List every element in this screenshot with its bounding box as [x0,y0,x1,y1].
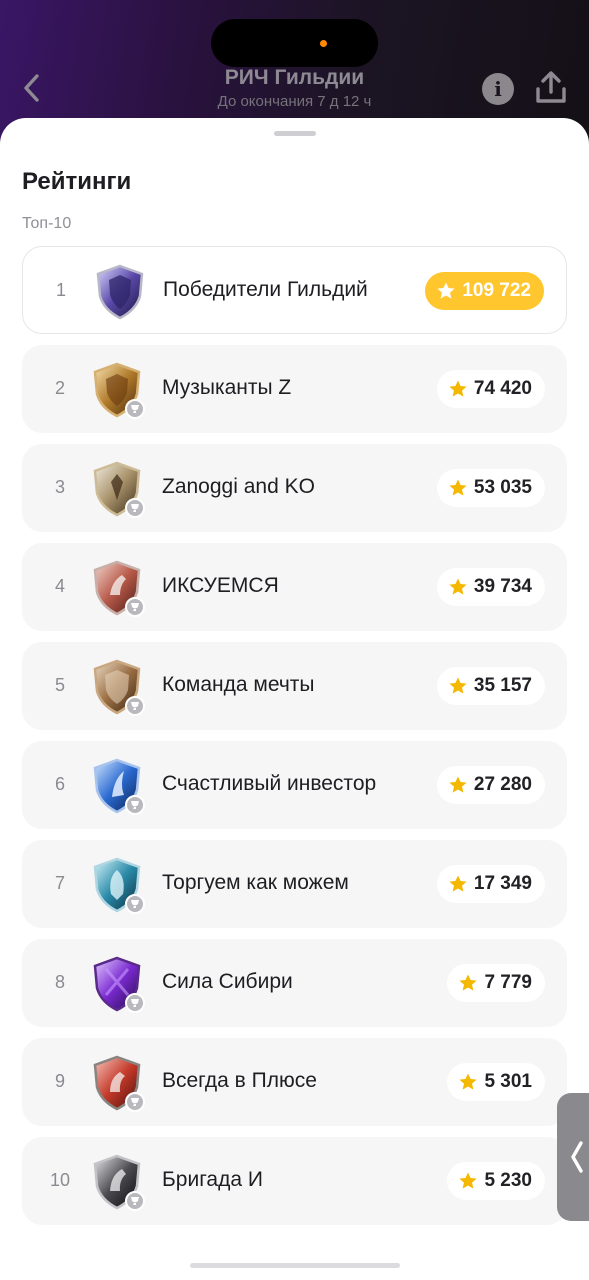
rank-number: 9 [54,1071,65,1091]
score-value: 39 734 [473,576,532,597]
guild-name: Команда мечты [162,673,315,696]
rank-number: 8 [54,972,65,992]
score-value: 5 301 [484,1071,532,1092]
rank-number: 5 [54,675,65,695]
guild-emblem-icon [93,956,145,1013]
guild-name: Бригада И [162,1168,263,1191]
leaderboard-row[interactable]: 10 Бригада И 5 230 [22,1137,567,1225]
score-value: 17 349 [473,873,532,894]
guild-emblem-icon [93,461,145,518]
score-value: 27 280 [473,774,532,795]
score-value: 109 722 [462,280,531,301]
leaderboard-row[interactable]: 9 Всегда в Плюсе 5 301 [22,1038,567,1126]
score-value: 53 035 [473,477,532,498]
star-icon [449,380,467,397]
guild-emblem-icon [93,857,145,914]
score-value: 74 420 [473,378,532,399]
score-value: 5 230 [484,1170,532,1191]
leaderboard-row[interactable]: 4 ИКСУЕМСЯ 39 734 [22,543,567,631]
guild-name: Торгуем как можем [162,871,349,894]
info-icon: i [494,77,502,101]
chevron-left-icon [571,1141,583,1173]
star-icon [449,479,467,496]
guild-name: Победители Гильдий [163,278,368,301]
rank-number: 3 [54,477,65,497]
score-badge: 109 722 [425,272,544,310]
sheet-subtitle: Топ-10 [22,215,72,232]
star-icon [449,776,467,793]
guild-emblem-icon [93,362,145,419]
share-icon [536,71,566,103]
guild-name: Zanoggi and KO [162,475,315,498]
leaderboard-row[interactable]: 7 Торгуем как можем 17 349 [22,840,567,928]
leaderboard-row[interactable]: 8 Сила Сибири 7 779 [22,939,567,1027]
rank-number: 4 [54,576,65,596]
star-icon [459,1172,478,1189]
guild-name: ИКСУЕМСЯ [162,574,279,597]
guild-emblem-icon [93,1154,145,1211]
score-badge: 17 349 [436,865,545,903]
leaderboard-row[interactable]: 3 Zanoggi and KO 53 035 [22,444,567,532]
score-badge: 74 420 [436,370,545,408]
star-icon [437,282,455,299]
recording-indicator [320,40,327,47]
rank-number: 2 [54,378,65,398]
guild-emblem-icon [93,1055,145,1112]
share-button[interactable] [532,70,570,106]
star-icon [459,1073,478,1090]
score-badge: 53 035 [436,469,545,507]
sheet-grabber[interactable] [274,131,316,136]
leaderboard-row[interactable]: 5 Команда мечты 35 157 [22,642,567,730]
home-indicator[interactable] [190,1263,400,1268]
guild-name: Счастливый инвестор [162,772,377,795]
rank-number: 7 [54,873,65,893]
leaderboard-row[interactable]: 2 Музыканты Z 74 420 [22,345,567,433]
score-badge: 5 230 [447,1162,545,1200]
guild-name: Сила Сибири [162,970,293,993]
score-badge: 5 301 [447,1063,545,1101]
leaderboard-row[interactable]: 6 Счастливый инвестор 27 280 [22,741,567,829]
rank-number: 10 [49,1170,71,1190]
leaderboard-row[interactable]: 1 Победители Гильдий 109 722 [22,246,567,334]
score-value: 35 157 [473,675,532,696]
guild-emblem-icon [93,758,145,815]
guild-name: Всегда в Плюсе [162,1069,317,1092]
star-icon [449,578,467,595]
score-badge: 39 734 [436,568,545,606]
side-panel-handle[interactable] [557,1093,589,1221]
rank-number: 6 [54,774,65,794]
info-button[interactable]: i [482,73,514,105]
sheet-title: Рейтинги [22,168,132,195]
dynamic-island [211,19,378,67]
score-badge: 35 157 [436,667,545,705]
guild-emblem-icon [96,264,144,320]
guild-name: Музыканты Z [162,376,292,399]
rank-number: 1 [55,280,66,300]
score-value: 7 779 [484,972,532,993]
star-icon [449,677,467,694]
guild-emblem-icon [93,659,145,716]
score-badge: 27 280 [436,766,545,804]
star-icon [459,974,478,991]
guild-emblem-icon [93,560,145,617]
score-badge: 7 779 [447,964,545,1002]
ratings-sheet: Рейтинги Топ-10 1 Победители Гильдий 109… [0,118,589,1280]
star-icon [449,875,467,892]
